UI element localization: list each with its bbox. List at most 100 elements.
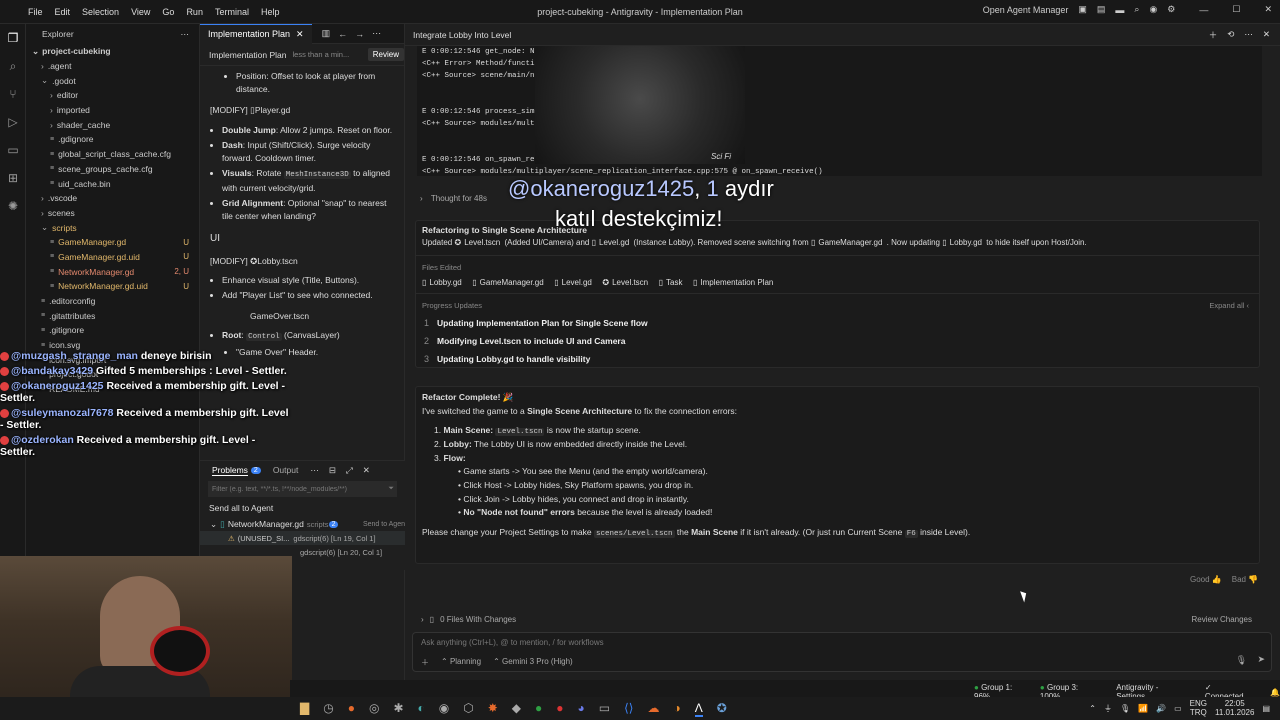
run-debug-icon[interactable]: ▷ <box>0 108 26 136</box>
file-chip[interactable]: ▯ GameManager.gd <box>472 278 543 287</box>
agent-icon[interactable]: ✺ <box>0 192 26 220</box>
antigravity-icon[interactable]: Λ <box>694 701 703 717</box>
bad-button[interactable]: Bad 👎 <box>1232 575 1258 584</box>
chat-input[interactable]: Ask anything (Ctrl+L), @ to mention, / f… <box>421 638 604 647</box>
files-with-changes[interactable]: 0 Files With Changes <box>440 615 516 624</box>
tree-item[interactable]: ≡ .gdignore <box>26 132 199 147</box>
tree-item[interactable]: ≡ NetworkManager.gd 2, U <box>26 264 199 279</box>
file-explorer-icon[interactable]: ▇ <box>300 701 309 717</box>
menu-selection[interactable]: Selection <box>82 7 119 17</box>
planning-mode-dropdown[interactable]: ⌃ Planning <box>441 657 481 668</box>
wifi-icon[interactable]: 📶 <box>1138 704 1148 713</box>
slack-icon[interactable]: ✱ <box>393 701 403 717</box>
tree-item[interactable]: ≡ .gitignore <box>26 323 199 338</box>
menu-go[interactable]: Go <box>162 7 174 17</box>
tray-chevron-icon[interactable]: ⌃ <box>1089 704 1096 713</box>
menu-help[interactable]: Help <box>261 7 280 17</box>
close-icon[interactable]: ✕ <box>1264 4 1272 15</box>
more-icon[interactable]: ⋯ <box>1244 29 1253 40</box>
review-button[interactable]: Review <box>367 48 404 61</box>
volume-icon[interactable]: 🔊 <box>1156 704 1166 713</box>
tree-item[interactable]: › imported <box>26 103 199 118</box>
file-chip[interactable]: ▯ Lobby.gd <box>942 238 982 247</box>
tree-item[interactable]: ≡ uid_cache.bin <box>26 176 199 191</box>
chrome-icon[interactable]: ● <box>556 701 563 717</box>
close-panel-icon[interactable]: ✕ <box>363 465 370 476</box>
file-chip[interactable]: ▯ GameManager.gd <box>811 238 882 247</box>
clock[interactable]: 22:05 11.01.2026 <box>1215 699 1254 718</box>
send-to-agent-button[interactable]: Send to Agen <box>363 521 405 528</box>
browser-icon[interactable]: ◐ <box>418 701 425 717</box>
maximize-icon[interactable]: ☐ <box>1232 4 1240 15</box>
player-file-link[interactable]: Player.gd <box>255 105 290 115</box>
file-chip[interactable]: ▯ Implementation Plan <box>693 278 773 287</box>
settings-gear-icon[interactable]: ⚙ <box>1167 4 1175 15</box>
unity-icon[interactable]: ⬡ <box>463 701 473 717</box>
tree-item[interactable]: › scenes <box>26 206 199 221</box>
menu-view[interactable]: View <box>131 7 150 17</box>
open-agent-manager-button[interactable]: Open Agent Manager <box>983 5 1069 15</box>
file-chip[interactable]: ▯ Level.gd <box>554 278 592 287</box>
search-view-icon[interactable]: ⌕ <box>0 52 26 80</box>
blender-icon[interactable]: ◑ <box>674 701 681 717</box>
spotify-icon[interactable]: ● <box>535 701 542 717</box>
file-chip[interactable]: ▯ Task <box>659 278 683 287</box>
usb-icon[interactable]: ⏚ <box>1104 703 1112 714</box>
tree-item[interactable]: ≡ NetworkManager.gd.uid U <box>26 279 199 294</box>
cloud-icon[interactable]: ☁ <box>648 701 660 717</box>
back-arrow-icon[interactable]: ← <box>338 29 347 39</box>
menu-edit[interactable]: Edit <box>55 7 71 17</box>
steam-icon[interactable]: ◉ <box>439 701 449 717</box>
firefox-icon[interactable]: ● <box>348 701 355 717</box>
tree-item[interactable]: › .vscode <box>26 191 199 206</box>
split-editor-icon[interactable]: ▥ <box>322 28 331 39</box>
discord-icon[interactable]: ◕ <box>578 701 585 717</box>
history-icon[interactable]: ⟲ <box>1227 29 1234 40</box>
minimize-icon[interactable]: — <box>1199 5 1208 15</box>
clock-app-icon[interactable]: ◷ <box>323 701 333 717</box>
tree-item[interactable]: ≡ GameManager.gd U <box>26 235 199 250</box>
tab-close-icon[interactable]: ✕ <box>296 29 304 40</box>
problem-row[interactable]: ⚠ (UNUSED_SI... gdscript(6) [Ln 19, Col … <box>200 531 405 545</box>
send-icon[interactable]: ➤ <box>1257 654 1265 665</box>
tree-item[interactable]: ≡ scene_groups_cache.cfg <box>26 162 199 177</box>
account-icon[interactable]: ◉ <box>1149 4 1157 15</box>
tree-item[interactable]: ≡ global_script_class_cache.cfg <box>26 147 199 162</box>
file-chip[interactable]: ✪ Level.tscn <box>454 238 500 247</box>
good-button[interactable]: Good 👍 <box>1190 575 1222 584</box>
close-icon[interactable]: ✕ <box>1263 29 1270 40</box>
language-indicator[interactable]: ENG TRQ <box>1190 699 1207 718</box>
tool-icon[interactable]: ✸ <box>488 701 498 717</box>
obs-icon[interactable]: ◎ <box>369 701 379 717</box>
source-control-icon[interactable]: ⑂ <box>0 80 26 108</box>
tree-item[interactable]: ≡ GameManager.gd.uid U <box>26 250 199 265</box>
new-chat-icon[interactable]: ＋ <box>1209 29 1218 41</box>
review-changes-button[interactable]: Review Changes <box>1192 615 1252 624</box>
file-chip[interactable]: ✪ Level.tscn <box>602 278 648 287</box>
mic-icon[interactable]: 🎙 <box>1120 704 1130 713</box>
tree-item[interactable]: ⌄ scripts <box>26 220 199 235</box>
extensions-icon[interactable]: ⊞ <box>0 164 26 192</box>
more-actions-icon[interactable]: ⋯ <box>181 29 190 40</box>
chat-input-box[interactable]: Ask anything (Ctrl+L), @ to mention, / f… <box>412 632 1272 672</box>
maximize-panel-icon[interactable]: ⤢ <box>346 465 353 476</box>
menu-run[interactable]: Run <box>186 7 203 17</box>
tab-implementation-plan[interactable]: Implementation Plan ✕ <box>200 24 312 44</box>
terminal-icon[interactable]: ▭ <box>599 701 610 717</box>
menu-file[interactable]: File <box>28 7 43 17</box>
tree-item[interactable]: ⌄ .godot <box>26 73 199 88</box>
vscode-icon[interactable]: ⟨⟩ <box>624 701 633 717</box>
lobby-file-link[interactable]: Lobby.tscn <box>257 256 297 266</box>
remote-icon[interactable]: ▭ <box>0 136 26 164</box>
menu-terminal[interactable]: Terminal <box>215 7 249 17</box>
file-chip[interactable]: ▯ Lobby.gd <box>422 278 462 287</box>
tree-item[interactable]: › editor <box>26 88 199 103</box>
more-icon[interactable]: ⋯ <box>372 28 381 39</box>
sidebar-toggle-icon[interactable]: ▤ <box>1097 4 1106 15</box>
notifications-icon[interactable]: 🔔 <box>1270 688 1280 697</box>
file-chip[interactable]: ▯ Level.gd <box>592 238 630 247</box>
panel-toggle-icon[interactable]: ▬ <box>1115 5 1124 15</box>
model-dropdown[interactable]: ⌃ Gemini 3 Pro (High) <box>493 657 573 668</box>
figma-icon[interactable]: ◆ <box>512 701 521 717</box>
tree-item[interactable]: ≡ .gitattributes <box>26 308 199 323</box>
